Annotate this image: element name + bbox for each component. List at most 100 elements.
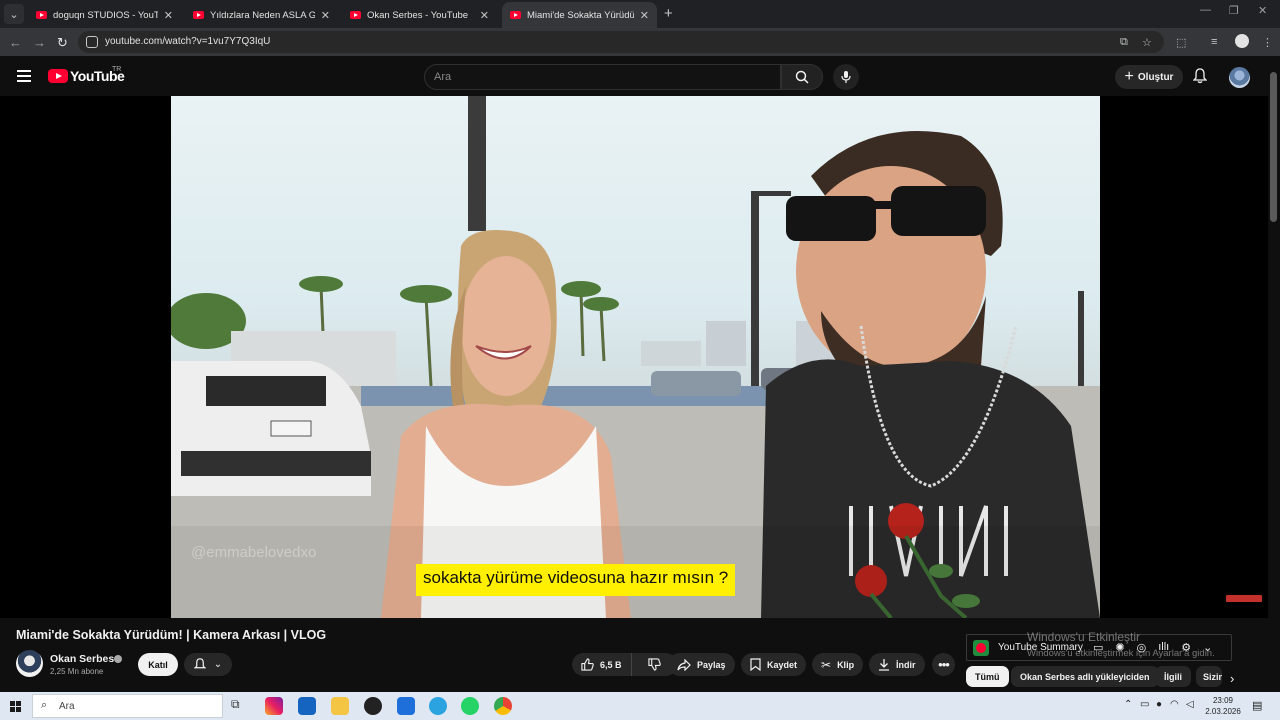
clip-button[interactable]: ✂ Klip <box>812 653 864 676</box>
url-text[interactable]: youtube.com/watch?v=1vu7Y7Q3IqU <box>105 36 270 47</box>
chip-for-you[interactable]: Sizin <box>1196 666 1222 687</box>
video-title: Miami'de Sokakta Yürüdüm! | Kamera Arkas… <box>16 628 327 642</box>
file-explorer-icon[interactable] <box>331 697 349 715</box>
verified-badge-icon <box>114 655 122 663</box>
app-icon[interactable] <box>364 697 382 715</box>
extensions-icon[interactable]: ⬚ <box>1176 36 1186 49</box>
tray-volume-icon[interactable]: ◁ <box>1186 699 1194 710</box>
close-tab-icon[interactable]: ✕ <box>640 9 649 22</box>
download-button[interactable]: İndir <box>869 653 925 676</box>
chevron-down-icon: ⌄ <box>213 659 223 670</box>
save-label: Kaydet <box>767 659 798 670</box>
youtube-favicon-icon <box>350 11 361 19</box>
minimize-icon[interactable]: — <box>1200 4 1211 16</box>
account-avatar[interactable] <box>1229 67 1250 88</box>
share-icon <box>677 658 691 671</box>
tab-title: Yıldızlara Neden ASLA Gidemey <box>210 9 315 21</box>
channel-watermark-logo[interactable] <box>1226 595 1262 602</box>
subscriber-count: 2,25 Mn abone <box>50 667 104 676</box>
taskbar-search-label: Ara <box>59 701 75 712</box>
tray-chevron-icon[interactable]: ⌃ <box>1124 699 1132 710</box>
clock-time: 23:09 <box>1212 696 1234 705</box>
tab-title: doguqn STUDIOS - YouTube <box>53 9 158 21</box>
tray-wifi-icon[interactable]: ◠ <box>1170 699 1179 710</box>
site-info-icon[interactable] <box>86 36 98 48</box>
task-view-icon[interactable]: ⧉ <box>231 697 249 715</box>
browser-tab-1[interactable]: doguqn STUDIOS - YouTube ✕ <box>28 2 181 28</box>
summary-extension-logo-icon <box>973 640 989 656</box>
search-input[interactable] <box>434 71 764 83</box>
chrome-icon[interactable] <box>494 697 512 715</box>
join-button[interactable]: Katıl <box>138 653 178 676</box>
browser-toolbar: ← → ↻ youtube.com/watch?v=1vu7Y7Q3IqU ⧉ … <box>0 28 1280 56</box>
search-box[interactable] <box>424 64 781 90</box>
youtube-favicon-icon <box>193 11 204 19</box>
trello-icon[interactable] <box>397 697 415 715</box>
bell-icon <box>193 658 206 669</box>
whatsapp-icon[interactable] <box>461 697 479 715</box>
taskbar-search[interactable]: ⌕ Ara <box>32 694 223 718</box>
taskbar-clock[interactable]: 23:09 2.03.2026 <box>1205 695 1241 717</box>
microphone-icon <box>841 71 851 83</box>
clock-date: 2.03.2026 <box>1205 707 1241 716</box>
chip-all[interactable]: Tümü <box>966 666 1009 687</box>
forward-icon[interactable]: → <box>33 35 46 50</box>
tab-search-button[interactable]: ⌄ <box>4 4 24 24</box>
share-label: Paylaş <box>697 659 726 670</box>
youtube-favicon-icon <box>510 11 521 19</box>
save-button[interactable]: Kaydet <box>741 653 807 676</box>
close-tab-icon[interactable]: ✕ <box>164 9 173 22</box>
scrollbar-thumb[interactable] <box>1270 72 1277 222</box>
search-button[interactable] <box>781 64 823 90</box>
share-button[interactable]: Paylaş <box>668 653 735 676</box>
close-tab-icon[interactable]: ✕ <box>480 9 489 22</box>
channel-name[interactable]: Okan Serbes <box>50 653 114 665</box>
bookmark-star-icon[interactable]: ☆ <box>1142 36 1152 49</box>
download-label: İndir <box>896 659 916 670</box>
close-window-icon[interactable]: ✕ <box>1258 4 1267 17</box>
subscribed-notifications-button[interactable]: ⌄ <box>184 653 232 676</box>
subtitle-caption: sokakta yürüme videosuna hazır mısın ? <box>416 564 736 596</box>
like-button[interactable]: 6,5 B <box>572 653 632 676</box>
search-icon: ⌕ <box>41 699 48 711</box>
browser-menu-icon[interactable]: ⋮ <box>1262 36 1273 49</box>
voice-search-button[interactable] <box>833 64 859 90</box>
thumbs-down-icon <box>647 658 661 671</box>
chip-from-uploader[interactable]: Okan Serbes adlı yükleyiciden <box>1011 666 1159 687</box>
instagram-icon[interactable] <box>265 697 283 715</box>
chip-related[interactable]: İlgili <box>1155 666 1191 687</box>
youtube-logo[interactable]: YouTube TR <box>48 66 125 84</box>
media-icon[interactable]: ≡ <box>1211 36 1217 48</box>
browser-tab-4-active[interactable]: Miami'de Sokakta Yürüdüm! | K ✕ <box>502 2 657 28</box>
close-tab-icon[interactable]: ✕ <box>321 9 330 22</box>
cast-icon[interactable]: ⧉ <box>1120 36 1128 49</box>
menu-icon[interactable] <box>17 70 31 82</box>
back-icon[interactable]: ← <box>9 35 22 50</box>
address-bar[interactable]: youtube.com/watch?v=1vu7Y7Q3IqU <box>78 31 1164 53</box>
create-button[interactable]: + Oluştur <box>1115 65 1183 89</box>
youtube-favicon-icon <box>36 11 47 19</box>
video-frame[interactable] <box>171 96 1100 618</box>
page-scrollbar[interactable] <box>1268 56 1280 692</box>
browser-tab-3[interactable]: Okan Serbes - YouTube ✕ <box>342 2 497 28</box>
windows-start-icon[interactable] <box>10 701 21 712</box>
browser-tab-2[interactable]: Yıldızlara Neden ASLA Gidemey ✕ <box>185 2 338 28</box>
new-tab-button[interactable]: + <box>664 5 673 22</box>
channel-avatar[interactable] <box>16 650 43 677</box>
dislike-button[interactable] <box>638 658 671 671</box>
more-actions-button[interactable]: ••• <box>932 653 955 676</box>
region-code: TR <box>112 66 122 73</box>
telegram-icon[interactable] <box>429 697 447 715</box>
reload-icon[interactable]: ↻ <box>57 35 68 51</box>
tab-title: Okan Serbes - YouTube <box>367 9 469 21</box>
video-player[interactable]: @emmabelovedxo <box>0 96 1268 618</box>
notification-center-icon[interactable]: ▤ <box>1252 699 1262 712</box>
notifications-bell-icon[interactable] <box>1193 68 1207 84</box>
tray-mic-icon[interactable]: ● <box>1156 699 1162 710</box>
chevron-right-icon[interactable]: › <box>1230 671 1234 686</box>
profile-icon[interactable] <box>1235 34 1249 48</box>
restore-icon[interactable]: ❐ <box>1229 4 1239 17</box>
tray-network-icon[interactable]: ▭ <box>1140 699 1149 710</box>
bookmark-icon <box>750 658 761 671</box>
outlook-icon[interactable] <box>298 697 316 715</box>
